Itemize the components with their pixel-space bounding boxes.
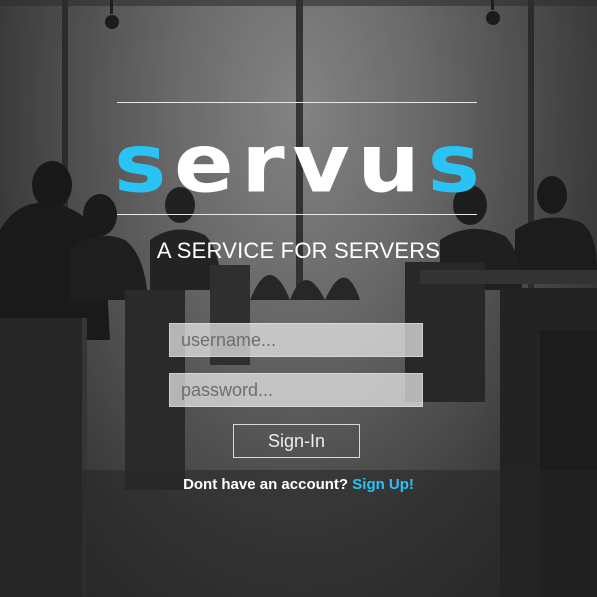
logo-letter: u	[357, 116, 420, 211]
logo-top-rule	[117, 102, 477, 103]
sign-in-button[interactable]: Sign-In	[233, 424, 360, 458]
sign-up-link[interactable]: Sign Up!	[352, 476, 414, 493]
logo-bottom-rule	[117, 214, 477, 215]
logo-letter: s	[114, 116, 167, 211]
logo-letter: v	[292, 116, 350, 211]
background-photo	[0, 0, 597, 597]
tagline: A SERVICE FOR SERVERS	[156, 238, 441, 263]
signup-prompt-text: Dont have an account?	[183, 476, 349, 493]
logo-letter: r	[241, 116, 285, 211]
signup-prompt: Dont have an account? Sign Up!	[0, 476, 597, 493]
logo-letter: s	[427, 116, 480, 211]
username-input[interactable]	[169, 323, 423, 357]
logo-letter: e	[174, 116, 234, 211]
servus-logo: s e r v u s	[114, 118, 480, 208]
password-input[interactable]	[169, 373, 423, 407]
